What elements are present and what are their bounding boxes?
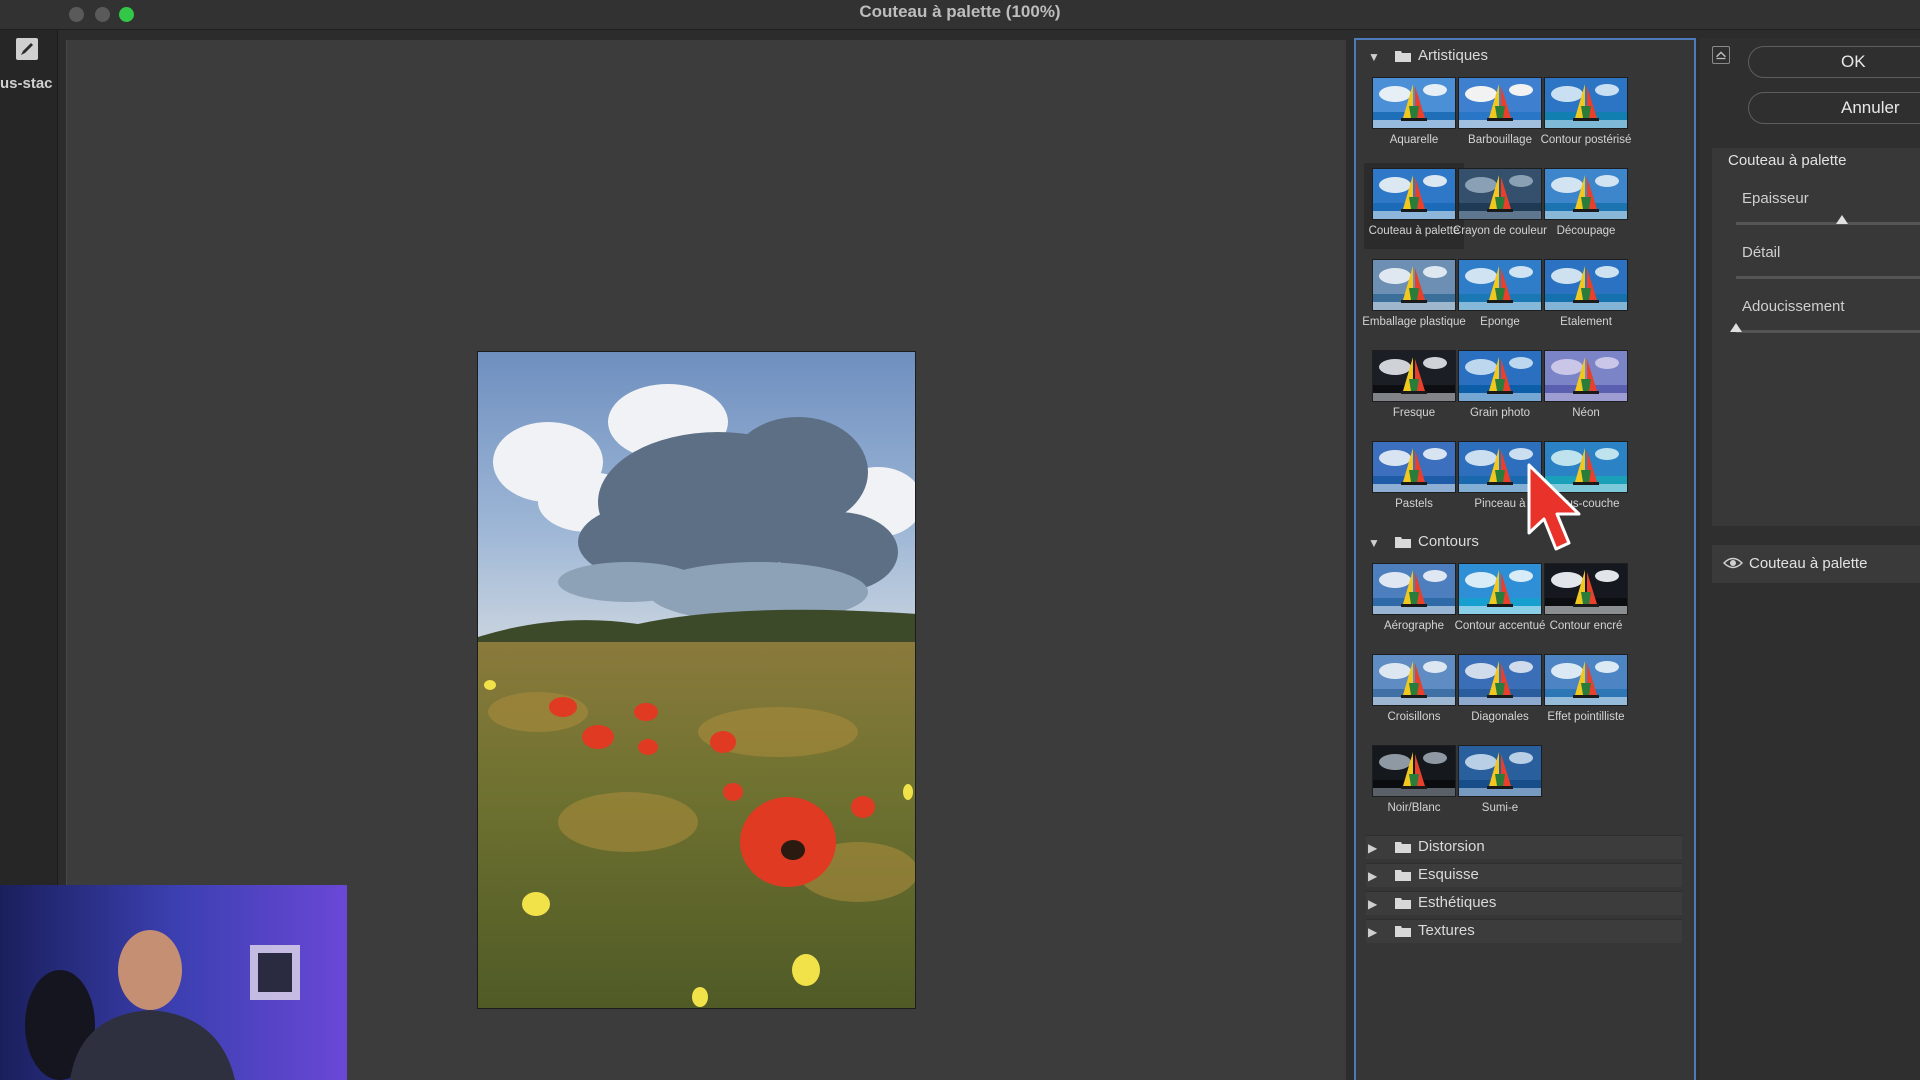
param-label-epaisseur: Epaisseur <box>1742 190 1809 207</box>
filter-thumb-sumi-e[interactable]: Sumi-e <box>1450 740 1550 826</box>
category-distorsion[interactable]: ▶ Distorsion <box>1366 835 1682 859</box>
filter-preview-thumbnail <box>1544 77 1628 129</box>
filter-preview-thumbnail <box>1372 77 1456 129</box>
window-title: Couteau à palette (100%) <box>859 2 1061 21</box>
filter-thumb-effet-pointilliste[interactable]: Effet pointilliste <box>1536 649 1636 735</box>
category-label: Textures <box>1418 922 1475 939</box>
effect-layer-row[interactable]: Couteau à palette <box>1712 545 1920 583</box>
filter-label: Effet pointilliste <box>1547 711 1625 723</box>
filter-preview-thumbnail <box>1544 654 1628 706</box>
triangle-down-icon[interactable]: ▼ <box>1368 50 1380 64</box>
filter-thumb-neon[interactable]: Néon <box>1536 345 1636 431</box>
mouse-pointer-icon <box>1527 463 1581 551</box>
triangle-right-icon[interactable]: ▶ <box>1368 869 1377 883</box>
epaisseur-slider-thumb[interactable] <box>1836 215 1849 224</box>
filter-thumb-contour-posterise[interactable]: Contour postérisé <box>1536 72 1636 158</box>
filter-preview-thumbnail <box>1372 441 1456 493</box>
cancel-button[interactable]: Annuler <box>1748 92 1920 124</box>
folder-icon <box>1395 898 1411 909</box>
filter-label: Etalement <box>1560 316 1612 328</box>
eye-icon[interactable] <box>1723 556 1743 570</box>
folder-icon <box>1395 926 1411 937</box>
filter-thumb-etalement[interactable]: Etalement <box>1536 254 1636 340</box>
filter-preview-thumbnail <box>1372 654 1456 706</box>
triangle-down-icon[interactable]: ▼ <box>1368 536 1380 550</box>
filter-preview-thumbnail <box>1372 350 1456 402</box>
ok-button[interactable]: OK <box>1748 46 1920 78</box>
category-esquisse[interactable]: ▶ Esquisse <box>1366 863 1682 887</box>
effect-layer-name: Couteau à palette <box>1749 555 1868 572</box>
category-esthetiques[interactable]: ▶ Esthétiques <box>1366 891 1682 915</box>
filter-thumb-decoupage[interactable]: Découpage <box>1536 163 1636 249</box>
document-tab-label[interactable]: us-stac <box>0 75 58 92</box>
triangle-right-icon[interactable]: ▶ <box>1368 897 1377 911</box>
triangle-right-icon[interactable]: ▶ <box>1368 925 1377 939</box>
filter-preview-thumbnail <box>1372 259 1456 311</box>
filter-preview-thumbnail <box>1372 168 1456 220</box>
filter-label: Contour encré <box>1549 620 1623 632</box>
triangle-right-icon[interactable]: ▶ <box>1368 841 1377 855</box>
folder-icon <box>1395 870 1411 881</box>
filter-preview-thumbnail <box>1544 259 1628 311</box>
filter-label: Contour postérisé <box>1540 134 1632 146</box>
filter-settings-title: Couteau à palette <box>1728 152 1847 169</box>
folder-icon <box>1395 51 1411 62</box>
filter-label: Néon <box>1572 407 1600 419</box>
category-label: Esthétiques <box>1418 894 1497 911</box>
category-label: Artistiques <box>1418 47 1489 64</box>
folder-icon <box>1395 537 1411 548</box>
title-bar: Couteau à palette (100%) <box>0 0 1920 30</box>
param-label-adoucissement: Adoucissement <box>1742 298 1845 315</box>
filter-label: Découpage <box>1556 225 1616 237</box>
filter-preview-thumbnail <box>1458 654 1542 706</box>
category-label: Esquisse <box>1418 866 1479 883</box>
brush-tool-icon[interactable] <box>14 36 40 62</box>
adoucissement-slider-thumb[interactable] <box>1730 323 1742 332</box>
settings-panel: OK Annuler Couteau à palette Epaisseur D… <box>1700 38 1920 1080</box>
filter-label: Sumi-e <box>1481 802 1519 814</box>
filter-preview-image[interactable] <box>477 351 916 1009</box>
detail-slider-track[interactable] <box>1736 276 1920 279</box>
filter-gallery-panel: ▼ Artistiques Aquarelle Barbouillage Contour… <box>1354 38 1696 1080</box>
folder-icon <box>1395 842 1411 853</box>
category-contours[interactable]: ▼ Contours <box>1366 531 1682 555</box>
filter-preview-thumbnail <box>1458 350 1542 402</box>
webcam-overlay <box>0 885 347 1080</box>
category-artistiques[interactable]: ▼ Artistiques <box>1366 45 1682 69</box>
category-label: Contours <box>1418 533 1479 550</box>
category-textures[interactable]: ▶ Textures <box>1366 919 1682 943</box>
collapse-panel-icon[interactable] <box>1712 46 1730 64</box>
epaisseur-slider-track[interactable] <box>1736 222 1920 225</box>
filter-preview-thumbnail <box>1458 168 1542 220</box>
filter-preview-thumbnail <box>1458 77 1542 129</box>
filter-preview-thumbnail <box>1544 350 1628 402</box>
filter-preview-thumbnail <box>1458 259 1542 311</box>
filter-preview-thumbnail <box>1458 745 1542 797</box>
filter-preview-thumbnail <box>1372 563 1456 615</box>
filter-preview-thumbnail <box>1544 563 1628 615</box>
filter-thumb-contour-encre[interactable]: Contour encré <box>1536 558 1636 644</box>
adoucissement-slider-track[interactable] <box>1736 330 1920 333</box>
category-label: Distorsion <box>1418 838 1485 855</box>
filter-preview-thumbnail <box>1544 168 1628 220</box>
param-label-detail: Détail <box>1742 244 1781 261</box>
filter-preview-thumbnail <box>1458 563 1542 615</box>
filter-preview-thumbnail <box>1372 745 1456 797</box>
